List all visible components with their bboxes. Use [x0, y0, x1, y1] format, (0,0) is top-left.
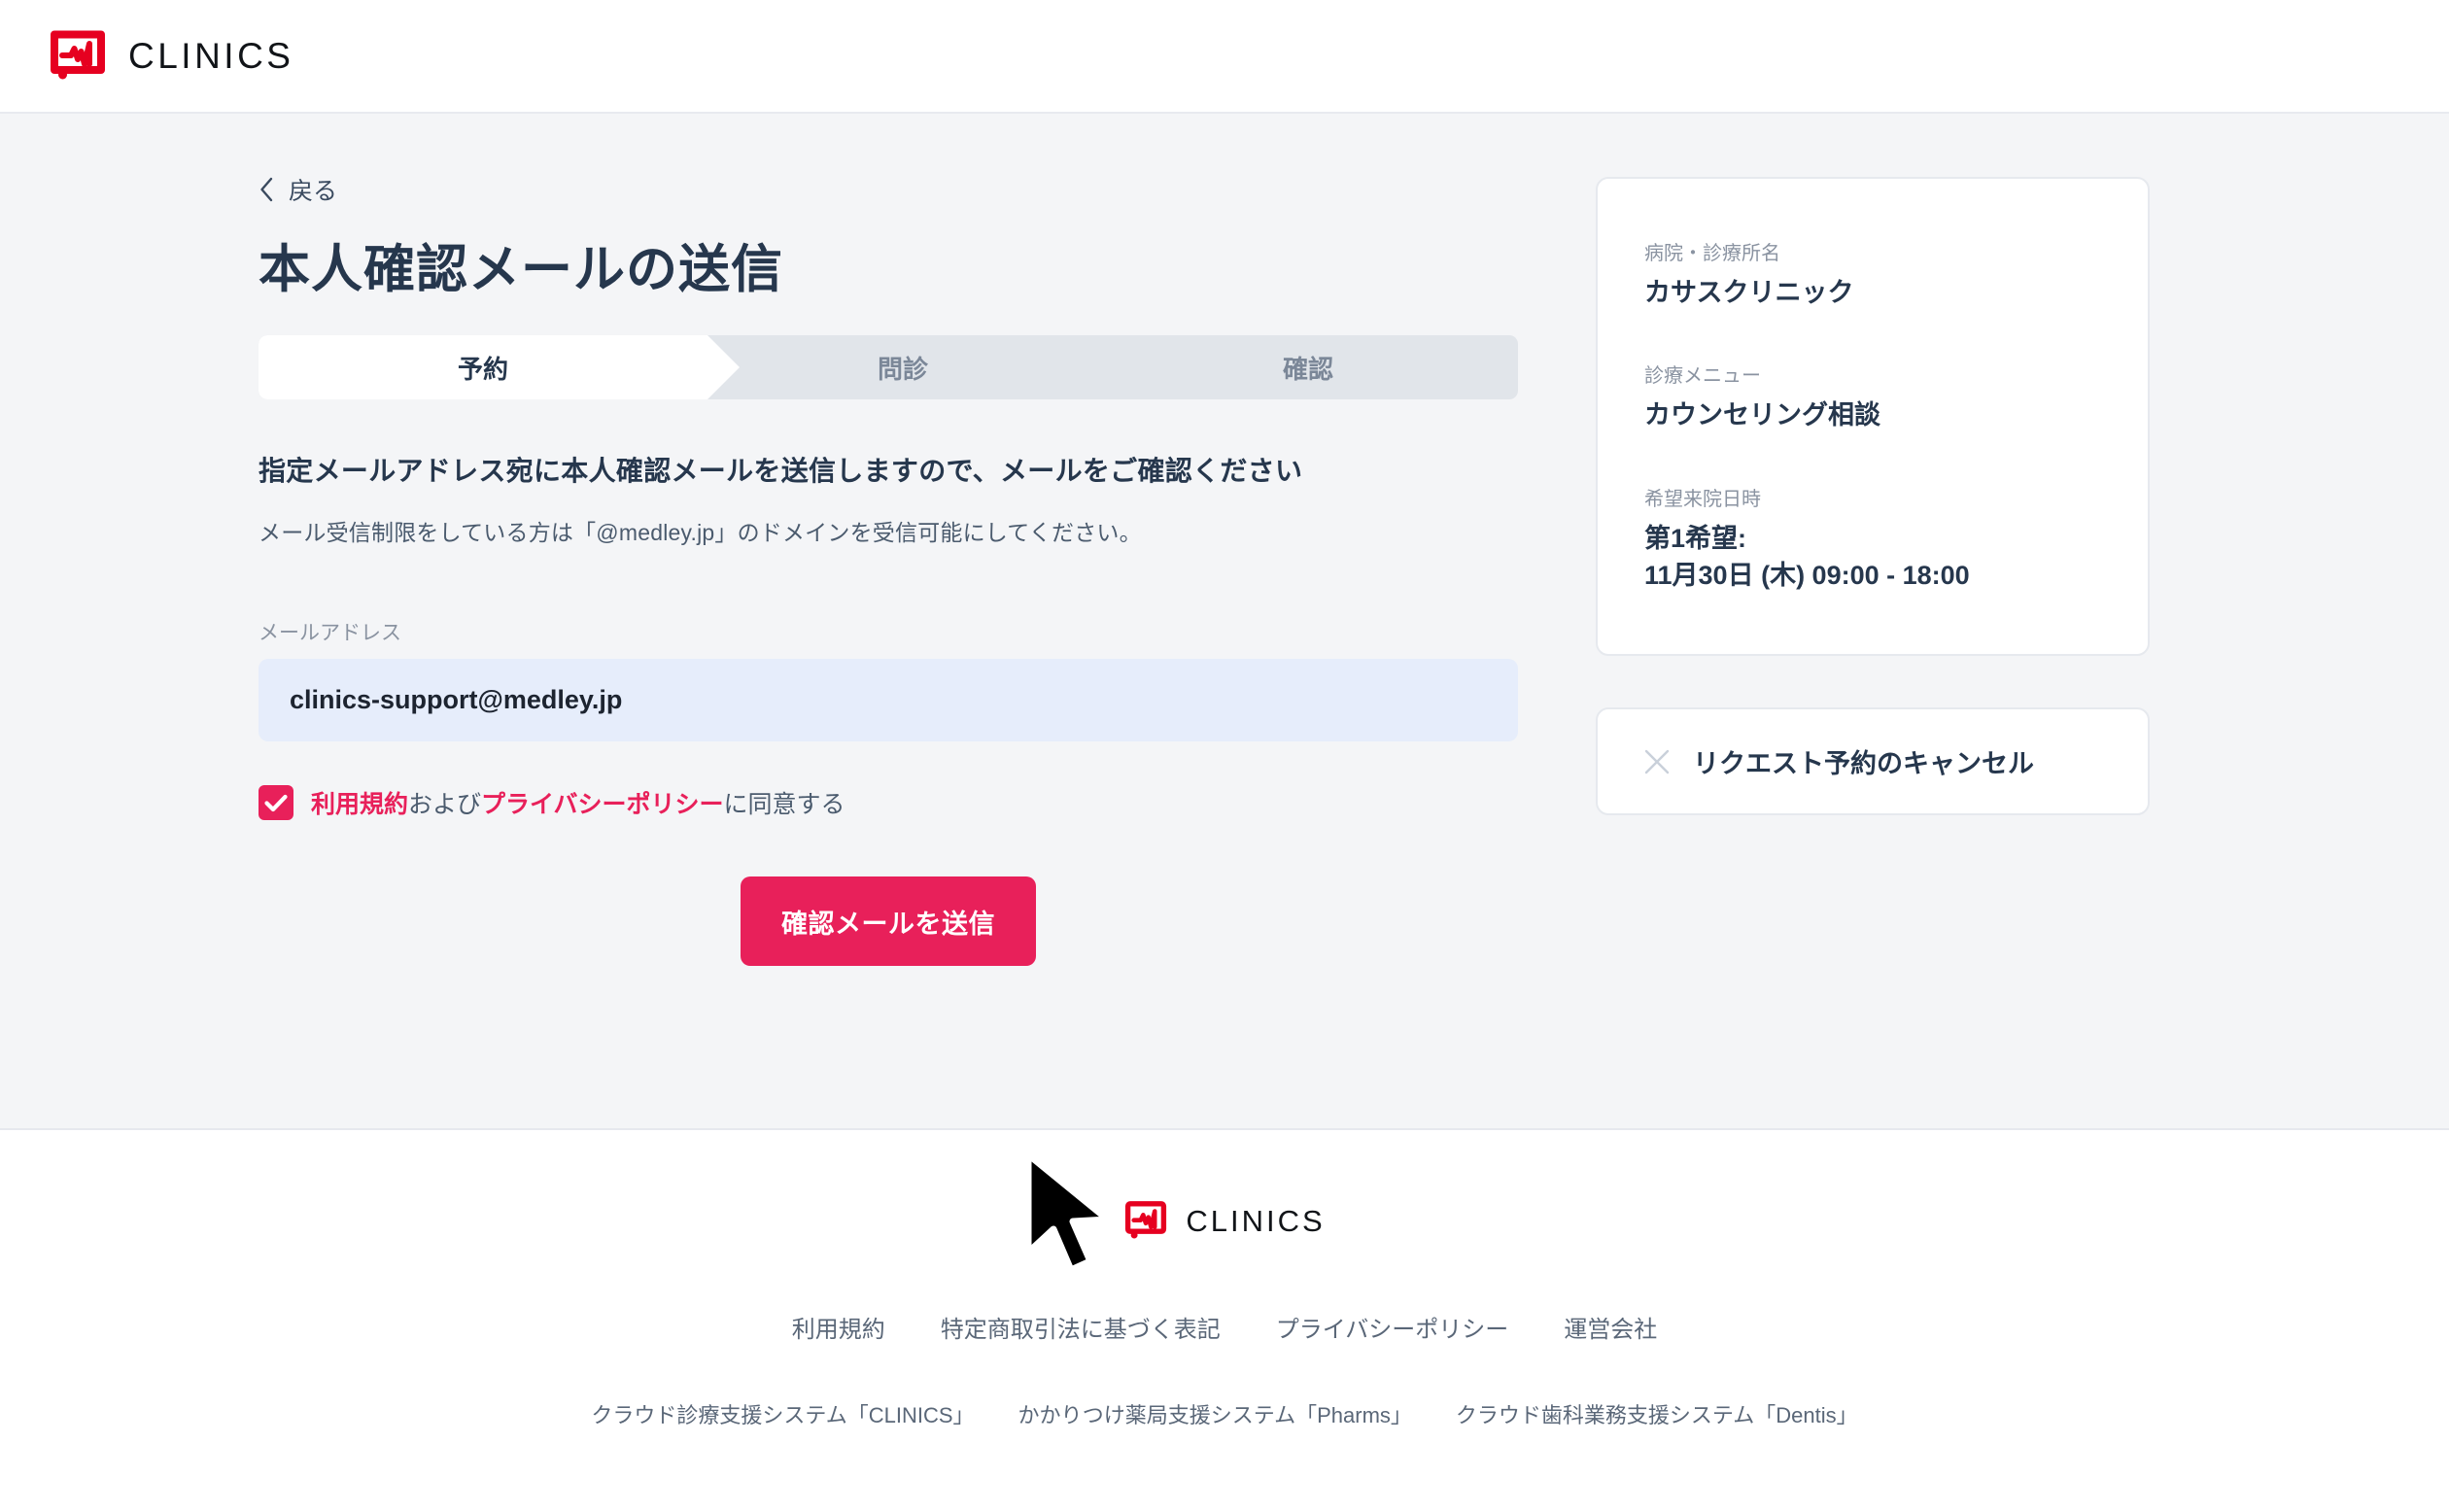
close-icon [1642, 747, 1672, 776]
clinic-name-block: 病院・診療所名 カサスクリニック [1644, 237, 2101, 311]
cancel-request-label: リクエスト予約のキャンセル [1693, 749, 2034, 779]
footer-product-pharms[interactable]: かかりつけ薬局支援システム「Pharms」 [1018, 1398, 1412, 1429]
cancel-request-card[interactable]: リクエスト予約のキャンセル [1596, 707, 2150, 816]
footer-brand-name: CLINICS [1186, 1203, 1326, 1238]
footer-link-privacy[interactable]: プライバシーポリシー [1276, 1310, 1509, 1344]
step-reservation[interactable]: 予約 [259, 335, 707, 399]
footer-brand-logo[interactable]: CLINICS [1123, 1200, 1325, 1242]
chevron-left-icon [259, 177, 274, 202]
header-brand-name: CLINICS [128, 35, 294, 76]
send-confirmation-email-button[interactable]: 確認メールを送信 [741, 876, 1036, 966]
step-confirm[interactable]: 確認 [1098, 335, 1518, 399]
site-footer: CLINICS 利用規約 特定商取引法に基づく表記 プライバシーポリシー 運営会… [0, 1130, 2449, 1429]
back-link-label: 戻る [289, 178, 338, 205]
visit-datetime-block: 希望来院日時 第1希望: 11月30日 (木) 09:00 - 18:00 [1644, 483, 2101, 595]
step-interview[interactable]: 問診 [707, 335, 1098, 399]
progress-stepper: 予約 問診 確認 [259, 335, 1518, 399]
menu-value: カウンセリング相談 [1644, 400, 1880, 430]
sub-text: メール受信制限をしている方は「@medley.jp」のドメインを受信可能にしてく… [259, 520, 1142, 545]
step-reservation-label: 予約 [457, 354, 508, 384]
reservation-summary-card: 病院・診療所名 カサスクリニック 診療メニュー カウンセリング相談 希望来院日時… [1596, 177, 2150, 657]
agreement-tail-text: に同意する [723, 791, 845, 818]
step-interview-label: 問診 [877, 354, 928, 384]
site-header: CLINICS [0, 0, 2449, 114]
page-title: 本人確認メールの送信 [259, 241, 783, 298]
footer-link-terms[interactable]: 利用規約 [792, 1310, 885, 1344]
clinics-logo-icon [1123, 1200, 1168, 1242]
footer-link-company[interactable]: 運営会社 [1564, 1310, 1657, 1344]
header-brand-logo[interactable]: CLINICS [49, 29, 293, 84]
main-column: 戻る 本人確認メールの送信 予約 問診 確認 指定メールアドレス宛に本人確認メー… [259, 172, 1518, 966]
footer-links: 利用規約 特定商取引法に基づく表記 プライバシーポリシー 運営会社 [0, 1310, 2449, 1344]
submit-button-wrapper: 確認メールを送信 [259, 876, 1518, 966]
agreement-middle-text: および [408, 791, 482, 818]
step-confirm-label: 確認 [1282, 354, 1333, 384]
clinic-name-value: カサスクリニック [1644, 278, 1854, 307]
clinics-logo-icon [49, 29, 107, 84]
menu-block: 診療メニュー カウンセリング相談 [1644, 360, 2101, 433]
footer-product-clinics[interactable]: クラウド診療支援システム「CLINICS」 [591, 1398, 974, 1429]
agreement-row: 利用規約およびプライバシーポリシーに同意する [259, 785, 1518, 820]
lead-text: 指定メールアドレス宛に本人確認メールを送信しますので、メールをご確認ください [259, 456, 1303, 486]
email-input[interactable] [259, 659, 1518, 741]
sidebar-column: 病院・診療所名 カサスクリニック 診療メニュー カウンセリング相談 希望来院日時… [1596, 172, 2150, 966]
content-area: 戻る 本人確認メールの送信 予約 問診 確認 指定メールアドレス宛に本人確認メー… [0, 114, 2449, 1274]
visit-datetime-label: 希望来院日時 [1644, 488, 1761, 510]
back-link[interactable]: 戻る [259, 172, 337, 207]
footer-link-commercial-law[interactable]: 特定商取引法に基づく表記 [941, 1310, 1221, 1344]
terms-of-service-link[interactable]: 利用規約 [311, 791, 408, 818]
step-arrow-icon [707, 335, 742, 399]
clinic-name-label: 病院・診療所名 [1644, 243, 1780, 264]
visit-preference-label: 第1希望: [1644, 523, 1747, 553]
agreement-checkbox[interactable] [259, 785, 293, 820]
footer-product-dentis[interactable]: クラウド歯科業務支援システム「Dentis」 [1456, 1398, 1858, 1429]
agreement-text: 利用規約およびプライバシーポリシーに同意する [311, 785, 845, 820]
email-field-label: メールアドレス [259, 622, 401, 644]
privacy-policy-link[interactable]: プライバシーポリシー [481, 791, 724, 818]
menu-label: 診療メニュー [1644, 365, 1761, 388]
footer-product-links: クラウド診療支援システム「CLINICS」 かかりつけ薬局支援システム「Phar… [0, 1398, 2449, 1429]
visit-datetime-value: 11月30日 (木) 09:00 - 18:00 [1644, 560, 1970, 590]
